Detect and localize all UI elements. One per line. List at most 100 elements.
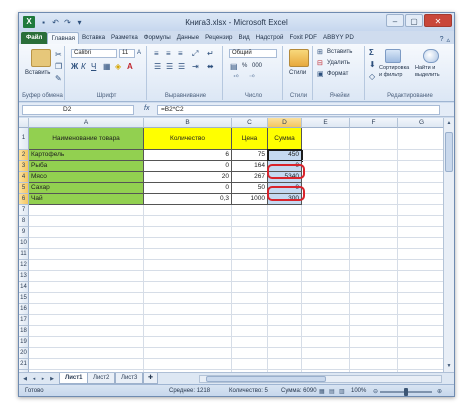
table-cell[interactable]: Картофель bbox=[29, 150, 144, 161]
empty-cell[interactable] bbox=[350, 238, 398, 249]
empty-cell[interactable] bbox=[29, 205, 144, 216]
table-cell[interactable]: 267 bbox=[232, 172, 268, 183]
empty-cell[interactable] bbox=[268, 271, 302, 282]
empty-cell[interactable] bbox=[268, 238, 302, 249]
empty-cell[interactable] bbox=[268, 260, 302, 271]
merge-cells-icon[interactable]: ⬌ bbox=[207, 62, 214, 71]
empty-cell[interactable] bbox=[29, 359, 144, 370]
table-header-cell[interactable]: Сумма bbox=[268, 128, 302, 150]
empty-cell[interactable] bbox=[350, 337, 398, 348]
table-header-cell[interactable]: Количество bbox=[144, 128, 232, 150]
empty-cell[interactable] bbox=[398, 315, 445, 326]
empty-cell[interactable] bbox=[144, 326, 232, 337]
empty-cell[interactable] bbox=[268, 304, 302, 315]
empty-cell[interactable] bbox=[29, 326, 144, 337]
empty-cell[interactable] bbox=[398, 205, 445, 216]
empty-cell[interactable] bbox=[29, 304, 144, 315]
empty-cell[interactable] bbox=[144, 249, 232, 260]
insert-cells-button[interactable]: Вставить bbox=[327, 49, 352, 55]
delete-cells-button[interactable]: Удалить bbox=[327, 60, 350, 66]
clear-icon[interactable]: ◇ bbox=[369, 72, 375, 81]
empty-cell[interactable] bbox=[232, 238, 268, 249]
empty-cell[interactable] bbox=[232, 293, 268, 304]
vertical-scrollbar[interactable]: ▲ ▼ bbox=[443, 118, 454, 372]
delete-cells-icon[interactable]: ⊟ bbox=[317, 59, 323, 68]
tab-view[interactable]: Вид bbox=[235, 32, 252, 44]
copy-icon[interactable]: ❐ bbox=[55, 62, 62, 71]
table-cell[interactable]: Сахар bbox=[29, 183, 144, 194]
redo-icon[interactable]: ↷ bbox=[63, 18, 72, 27]
row-header-5[interactable]: 5 bbox=[19, 183, 29, 194]
horizontal-scroll-thumb[interactable] bbox=[206, 376, 326, 382]
underline-icon[interactable]: Ч bbox=[91, 62, 96, 71]
empty-cell[interactable] bbox=[398, 337, 445, 348]
empty-cell[interactable] bbox=[398, 304, 445, 315]
row-header-8[interactable]: 8 bbox=[19, 216, 29, 227]
column-header-d[interactable]: D bbox=[268, 118, 302, 128]
tab-foxit-pdf[interactable]: Foxit PDF bbox=[286, 32, 320, 44]
empty-cell[interactable] bbox=[232, 315, 268, 326]
empty-cell[interactable] bbox=[29, 337, 144, 348]
dropdown-icon[interactable]: ▾ bbox=[75, 18, 84, 27]
empty-cell[interactable] bbox=[268, 293, 302, 304]
row-header-4[interactable]: 4 bbox=[19, 172, 29, 183]
empty-cell[interactable] bbox=[302, 249, 350, 260]
empty-cell[interactable] bbox=[398, 128, 445, 150]
empty-cell[interactable] bbox=[268, 348, 302, 359]
empty-cell[interactable] bbox=[350, 359, 398, 370]
borders-icon[interactable]: ▦ bbox=[103, 62, 111, 71]
empty-cell[interactable] bbox=[350, 183, 398, 194]
wrap-text-icon[interactable]: ↵ bbox=[207, 49, 214, 58]
empty-cell[interactable] bbox=[350, 161, 398, 172]
align-middle-icon[interactable]: ≡ bbox=[166, 49, 171, 58]
empty-cell[interactable] bbox=[144, 271, 232, 282]
column-header-g[interactable]: G bbox=[398, 118, 445, 128]
view-page-layout-icon[interactable]: ▤ bbox=[329, 388, 335, 395]
empty-cell[interactable] bbox=[302, 227, 350, 238]
format-cells-button[interactable]: Формат bbox=[327, 71, 348, 77]
empty-cell[interactable] bbox=[350, 315, 398, 326]
empty-cell[interactable] bbox=[144, 304, 232, 315]
zoom-in-icon[interactable]: ⊕ bbox=[437, 388, 442, 395]
empty-cell[interactable] bbox=[302, 337, 350, 348]
empty-cell[interactable] bbox=[29, 315, 144, 326]
empty-cell[interactable] bbox=[268, 227, 302, 238]
row-header-21[interactable]: 21 bbox=[19, 359, 29, 370]
empty-cell[interactable] bbox=[268, 249, 302, 260]
row-header-20[interactable]: 20 bbox=[19, 348, 29, 359]
insert-function-icon[interactable]: fx bbox=[144, 105, 149, 112]
vertical-scroll-thumb[interactable] bbox=[445, 132, 453, 172]
empty-cell[interactable] bbox=[350, 304, 398, 315]
tab-addins[interactable]: Надстрой bbox=[253, 32, 287, 44]
view-page-break-icon[interactable]: ▥ bbox=[339, 388, 345, 395]
autosum-icon[interactable]: Σ bbox=[369, 48, 374, 57]
empty-cell[interactable] bbox=[398, 161, 445, 172]
row-header-12[interactable]: 12 bbox=[19, 260, 29, 271]
table-cell[interactable]: Чай bbox=[29, 194, 144, 205]
row-header-16[interactable]: 16 bbox=[19, 304, 29, 315]
empty-cell[interactable] bbox=[350, 172, 398, 183]
row-header-6[interactable]: 6 bbox=[19, 194, 29, 205]
align-center-icon[interactable]: ☰ bbox=[166, 62, 173, 71]
styles-icon[interactable] bbox=[289, 49, 309, 67]
empty-cell[interactable] bbox=[268, 315, 302, 326]
empty-cell[interactable] bbox=[302, 238, 350, 249]
prev-sheet-icon[interactable]: ◂ bbox=[30, 375, 38, 383]
sheet-tab-2[interactable]: Лист2 bbox=[87, 373, 116, 384]
empty-cell[interactable] bbox=[398, 326, 445, 337]
undo-icon[interactable]: ↶ bbox=[51, 18, 60, 27]
empty-cell[interactable] bbox=[268, 205, 302, 216]
bold-icon[interactable]: Ж bbox=[71, 62, 78, 71]
empty-cell[interactable] bbox=[302, 205, 350, 216]
scroll-up-icon[interactable]: ▲ bbox=[445, 119, 453, 128]
empty-cell[interactable] bbox=[268, 326, 302, 337]
table-cell[interactable]: 75 bbox=[232, 150, 268, 161]
empty-cell[interactable] bbox=[398, 216, 445, 227]
empty-cell[interactable] bbox=[144, 282, 232, 293]
empty-cell[interactable] bbox=[302, 326, 350, 337]
empty-cell[interactable] bbox=[29, 227, 144, 238]
fill-color-icon[interactable]: ◈ bbox=[115, 62, 121, 71]
empty-cell[interactable] bbox=[232, 304, 268, 315]
empty-cell[interactable] bbox=[398, 359, 445, 370]
italic-icon[interactable]: К bbox=[81, 62, 86, 71]
